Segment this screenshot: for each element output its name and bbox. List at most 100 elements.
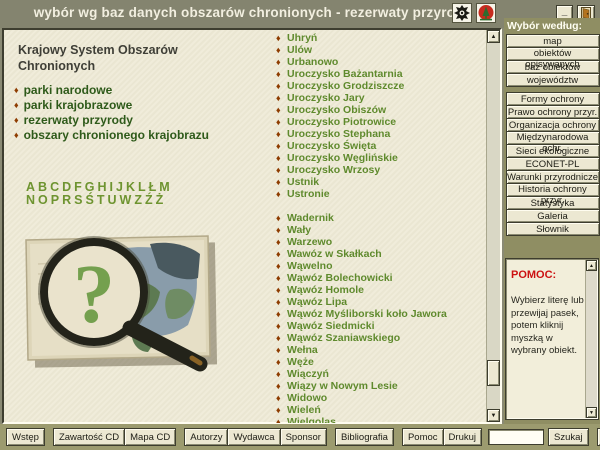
- list-item[interactable]: ♦ Uroczysko Piotrowice: [276, 116, 488, 128]
- sidebar-button[interactable]: map: [506, 34, 600, 48]
- letter-link[interactable]: K: [126, 180, 135, 194]
- list-item[interactable]: ♦ Wąwóz Myśliborski koło Jawora: [276, 308, 488, 320]
- list-item[interactable]: ♦ Wieleń: [276, 404, 488, 416]
- help-scroll-down-button[interactable]: ▼: [586, 407, 597, 418]
- list-item[interactable]: ♦ Widowo: [276, 392, 488, 404]
- scroll-top-button[interactable]: ^: [597, 428, 600, 446]
- letter-link[interactable]: R: [62, 193, 71, 207]
- list-item[interactable]: ♦ Wadernik: [276, 212, 488, 224]
- list-item[interactable]: ♦ Wąwóz Szaniawskiego: [276, 332, 488, 344]
- letter-link[interactable]: T: [97, 193, 105, 207]
- scroll-up-button[interactable]: ▲: [487, 30, 500, 43]
- sidebar-button[interactable]: Międzynarodowa ochr.: [506, 131, 600, 145]
- drukuj-button[interactable]: Drukuj: [443, 428, 482, 446]
- wstep-button[interactable]: Wstęp: [6, 428, 45, 446]
- list-item[interactable]: [276, 200, 488, 212]
- help-scroll-up-button[interactable]: ▲: [586, 260, 597, 271]
- letter-link[interactable]: M: [159, 180, 169, 194]
- list-item[interactable]: ♦ Wały: [276, 224, 488, 236]
- sidebar-button[interactable]: baz obiektów: [506, 60, 600, 74]
- help-scrollbar[interactable]: ▲ ▼: [585, 260, 597, 418]
- wydawca-button[interactable]: Wydawca: [227, 428, 280, 446]
- list-scrollbar[interactable]: ▲ ▼: [486, 30, 500, 422]
- menu-item[interactable]: ♦ rezerwaty przyrody: [14, 112, 209, 127]
- list-item[interactable]: ♦ Ustnik: [276, 176, 488, 188]
- letter-link[interactable]: Ż: [156, 193, 164, 207]
- autorzy-button[interactable]: Autorzy: [184, 428, 228, 446]
- sidebar-button[interactable]: ECONET-PL: [506, 157, 600, 171]
- mapa-cd-button[interactable]: Mapa CD: [124, 428, 176, 446]
- list-item[interactable]: ♦ Uhryń: [276, 32, 488, 44]
- list-item[interactable]: ♦ Węże: [276, 356, 488, 368]
- letter-link[interactable]: S: [74, 193, 82, 207]
- list-item[interactable]: ♦ Ustronie: [276, 188, 488, 200]
- letter-link[interactable]: Ś: [85, 193, 93, 207]
- list-item[interactable]: ♦ Wiączyń: [276, 368, 488, 380]
- list-item-label: Uroczysko Obiszów: [287, 104, 386, 116]
- list-item[interactable]: ♦ Uroczysko Obiszów: [276, 104, 488, 116]
- sidebar-button[interactable]: obiektów opisywanych: [506, 47, 600, 61]
- zawartosc-cd-button[interactable]: Zawartość CD: [53, 428, 125, 446]
- sidebar-heading: Wybór według:: [504, 18, 600, 35]
- letter-link[interactable]: N: [26, 193, 35, 207]
- letter-link[interactable]: H: [98, 180, 107, 194]
- list-item[interactable]: ♦ Wełna: [276, 344, 488, 356]
- sidebar-button[interactable]: Słownik: [506, 222, 600, 236]
- letter-link[interactable]: P: [51, 193, 59, 207]
- list-item-label: Wąwóz Bolechowicki: [287, 272, 393, 284]
- sidebar-button[interactable]: Prawo ochrony przyr.: [506, 105, 600, 119]
- letter-link[interactable]: J: [116, 180, 123, 194]
- scroll-down-button[interactable]: ▼: [487, 409, 500, 422]
- sidebar-button[interactable]: Sieci ekologiczne: [506, 144, 600, 158]
- sidebar-button[interactable]: Galeria: [506, 209, 600, 223]
- letter-link[interactable]: W: [120, 193, 132, 207]
- letter-link[interactable]: A: [26, 180, 35, 194]
- menu-item[interactable]: ♦ obszary chronionego krajobrazu: [14, 127, 209, 142]
- list-item[interactable]: ♦ Wielgolas: [276, 416, 488, 423]
- sidebar-button[interactable]: Statystyka: [506, 196, 600, 210]
- list-item[interactable]: ♦ Uroczysko Wrzosy: [276, 164, 488, 176]
- list-item[interactable]: ♦ Uroczysko Stephana: [276, 128, 488, 140]
- letter-link[interactable]: B: [38, 180, 47, 194]
- list-item-label: Wiązy w Nowym Lesie: [287, 380, 398, 392]
- menu-item[interactable]: ♦ parki narodowe: [14, 82, 209, 97]
- letter-link[interactable]: Ź: [145, 193, 153, 207]
- list-item[interactable]: ♦ Wąwóz Homole: [276, 284, 488, 296]
- menu-item[interactable]: ♦ parki krajobrazowe: [14, 97, 209, 112]
- letter-link[interactable]: Z: [134, 193, 142, 207]
- letter-link[interactable]: C: [50, 180, 59, 194]
- sidebar-button[interactable]: Organizacja ochrony: [506, 118, 600, 132]
- letter-link[interactable]: U: [107, 193, 116, 207]
- bibliografia-button[interactable]: Bibliografia: [335, 428, 394, 446]
- list-item[interactable]: ♦ Wąwóz Siedmicki: [276, 320, 488, 332]
- letter-link[interactable]: Ł: [149, 180, 157, 194]
- list-item[interactable]: ♦ Ulów: [276, 44, 488, 56]
- szukaj-button[interactable]: Szukaj: [548, 428, 589, 446]
- letter-link[interactable]: D: [62, 180, 71, 194]
- list-item[interactable]: ♦ Uroczysko Grodziszcze: [276, 80, 488, 92]
- search-input[interactable]: [488, 429, 544, 445]
- letter-link[interactable]: I: [110, 180, 113, 194]
- sidebar-button[interactable]: Historia ochrony przyr.: [506, 183, 600, 197]
- list-item[interactable]: ♦ Uroczysko Jary: [276, 92, 488, 104]
- list-item[interactable]: ♦ Urbanowo: [276, 56, 488, 68]
- list-item[interactable]: ♦ Uroczysko Święta: [276, 140, 488, 152]
- scrollbar-thumb[interactable]: [487, 360, 500, 386]
- list-item[interactable]: ♦ Wąwelno: [276, 260, 488, 272]
- list-item[interactable]: ♦ Wiązy w Nowym Lesie: [276, 380, 488, 392]
- pomoc-button[interactable]: Pomoc: [402, 428, 444, 446]
- letter-link[interactable]: G: [85, 180, 95, 194]
- list-item[interactable]: ♦ Wawóz w Skałkach: [276, 248, 488, 260]
- list-item[interactable]: ♦ Wąwóz Bolechowicki: [276, 272, 488, 284]
- list-item[interactable]: ♦ Uroczysko Węglińskie: [276, 152, 488, 164]
- letter-link[interactable]: O: [38, 193, 48, 207]
- sidebar-button[interactable]: Formy ochrony: [506, 92, 600, 106]
- list-item[interactable]: ♦ Wąwóz Lipa: [276, 296, 488, 308]
- list-item[interactable]: ♦ Uroczysko Bażantarnia: [276, 68, 488, 80]
- sidebar-button[interactable]: Warunki przyrodnicze: [506, 170, 600, 184]
- sponsor-button[interactable]: Sponsor: [280, 428, 327, 446]
- list-item[interactable]: ♦ Warzewo: [276, 236, 488, 248]
- letter-link[interactable]: L: [138, 180, 146, 194]
- letter-link[interactable]: F: [74, 180, 82, 194]
- sidebar-button[interactable]: województw: [506, 73, 600, 87]
